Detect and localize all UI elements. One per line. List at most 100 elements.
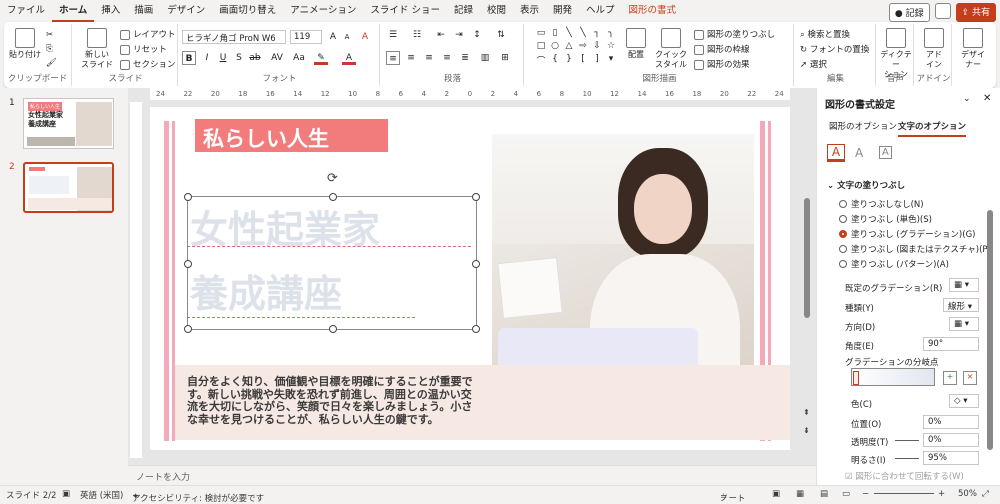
type-dropdown[interactable]: 線形 ▾ — [943, 298, 979, 312]
arrange-button[interactable]: 配置 — [622, 26, 650, 60]
next-slide-icon[interactable]: ⇟ — [803, 426, 810, 435]
find-button[interactable]: ⌕ 検索と置換 — [800, 28, 850, 40]
copy-icon[interactable]: ⎘ — [46, 44, 53, 54]
rectangle-shape-icon[interactable]: □ — [534, 41, 548, 54]
comments-button[interactable] — [934, 3, 951, 19]
slide-thumbnail-2[interactable] — [23, 162, 114, 213]
sorter-view-icon[interactable]: ▦ — [796, 489, 804, 499]
shapes-gallery[interactable]: ▭ ▯ ╲ ╲ ┐ ╮ □ ○ △ ⇨ ⇩ ☆ ⌒{}[] ▾ — [534, 28, 618, 68]
tab-view[interactable]: 表示 — [513, 0, 546, 22]
rotate-handle-icon[interactable]: ⟳ — [327, 171, 338, 186]
gradient-stop-handle[interactable] — [853, 371, 859, 385]
triangle-shape-icon[interactable]: △ — [562, 41, 576, 54]
connector-icon[interactable]: ┐ — [590, 28, 604, 41]
color-dropdown[interactable]: ◇ ▾ — [949, 394, 979, 408]
connector-icon[interactable]: ╮ — [604, 28, 618, 41]
resize-handle[interactable] — [472, 193, 480, 201]
fill-option-gradient[interactable]: 塗りつぶし (グラデーション)(G) — [839, 228, 975, 240]
fit-to-window-icon[interactable]: ⤢ — [982, 489, 989, 499]
strikethrough-button[interactable]: ab — [248, 51, 262, 65]
case-button[interactable]: Aa — [292, 51, 306, 65]
align-left-button[interactable]: ≡ — [386, 51, 400, 65]
resize-handle[interactable] — [472, 325, 480, 333]
tab-home[interactable]: ホーム — [52, 0, 95, 22]
tab-slideshow[interactable]: スライド ショー — [363, 0, 447, 22]
star-shape-icon[interactable]: ☆ — [604, 41, 618, 54]
tab-draw[interactable]: 描画 — [127, 0, 160, 22]
decrease-indent-button[interactable]: ⇤ — [434, 28, 448, 42]
angle-input[interactable]: 90° — [923, 337, 979, 351]
rotate-with-shape-checkbox[interactable]: ☑ 図形に合わせて回転する(W) — [845, 470, 964, 482]
distributed-button[interactable]: ≣ — [458, 51, 472, 65]
zoom-in-icon[interactable]: + — [938, 489, 945, 499]
grow-font-icon[interactable]: A — [326, 30, 340, 44]
pane-scrollbar-thumb[interactable] — [987, 210, 993, 450]
smartart-button[interactable]: ⊞ — [498, 51, 512, 65]
highlight-button[interactable]: ✎ — [314, 51, 328, 65]
slide-paragraph[interactable]: 自分をよく知り、価値観や目標を明確にすることが重要です。新しい挑戦や失敗を恐れず… — [187, 375, 477, 426]
line-shape-icon[interactable]: ╲ — [562, 28, 576, 41]
justify-button[interactable]: ≡ — [440, 51, 454, 65]
fill-option-pattern[interactable]: 塗りつぶし (パターン)(A) — [839, 258, 949, 270]
curve-shape-icon[interactable]: ⌒ — [534, 54, 548, 67]
reset-button[interactable]: リセット — [120, 43, 167, 55]
resize-handle[interactable] — [329, 193, 337, 201]
shape-effects-button[interactable]: 図形の効果 — [694, 58, 750, 70]
shadow-button[interactable]: S — [232, 51, 246, 65]
tab-review[interactable]: 校閲 — [480, 0, 513, 22]
shrink-font-icon[interactable]: A — [340, 30, 354, 44]
format-painter-icon[interactable]: 🖌 — [46, 58, 57, 68]
resize-handle[interactable] — [184, 193, 192, 201]
fill-option-none[interactable]: 塗りつぶしなし(N) — [839, 198, 924, 210]
bracket-shape-icon[interactable]: [ — [576, 54, 590, 67]
bullets-button[interactable]: ☰ — [386, 28, 400, 42]
resize-handle[interactable] — [184, 260, 192, 268]
select-button[interactable]: ➚ 選択 — [800, 58, 827, 70]
slide-canvas[interactable]: 私らしい人生 女性起業家 養成講座 ⟳ 自分をよく知り、価値観や目標を明確にする… — [150, 107, 790, 450]
section-text-fill[interactable]: ⌄ 文字の塗りつぶし — [827, 179, 905, 191]
direction-dropdown[interactable]: ▦ ▾ — [949, 317, 979, 331]
brace-shape-icon[interactable]: { — [548, 54, 562, 67]
position-input[interactable]: 0% — [923, 415, 979, 429]
transparency-slider[interactable] — [895, 440, 919, 441]
italic-button[interactable]: I — [200, 51, 214, 65]
font-size-select[interactable]: 119 — [290, 30, 322, 44]
replace-font-button[interactable]: ↻ フォントの置換 — [800, 43, 869, 55]
tab-file[interactable]: ファイル — [0, 0, 52, 22]
resize-handle[interactable] — [472, 260, 480, 268]
cut-icon[interactable]: ✂ — [46, 30, 53, 40]
tab-record[interactable]: 記録 — [447, 0, 480, 22]
addins-button[interactable]: アド イン — [916, 26, 952, 70]
add-stop-icon[interactable]: + — [943, 371, 957, 385]
paste-button[interactable]: 貼り付け — [8, 26, 42, 60]
font-color-button[interactable]: A — [342, 51, 356, 65]
tab-transitions[interactable]: 画面切り替え — [212, 0, 283, 22]
line-shape-icon[interactable]: ╲ — [576, 28, 590, 41]
fill-option-solid[interactable]: 塗りつぶし (単色)(S) — [839, 213, 932, 225]
resize-handle[interactable] — [184, 325, 192, 333]
tab-help[interactable]: ヘルプ — [579, 0, 622, 22]
chevron-down-icon[interactable]: ⌄ — [963, 94, 971, 104]
align-center-button[interactable]: ≡ — [404, 51, 418, 65]
quick-style-button[interactable]: クイック スタイル — [652, 26, 690, 70]
textbox-shape-icon[interactable]: ▭ — [534, 28, 548, 41]
font-name-select[interactable]: ヒラギノ角ゴ ProN W6 — [182, 30, 286, 44]
gradient-stop-bar[interactable] — [851, 368, 935, 386]
numbering-button[interactable]: ☷ — [410, 28, 424, 42]
remove-stop-icon[interactable]: × — [963, 371, 977, 385]
prev-slide-icon[interactable]: ⇞ — [803, 408, 810, 417]
spacing-button[interactable]: AV — [270, 51, 284, 65]
oval-shape-icon[interactable]: ○ — [548, 41, 562, 54]
text-direction-button[interactable]: ⇅ — [494, 28, 508, 42]
clear-format-icon[interactable]: A — [358, 30, 372, 44]
transparency-input[interactable]: 0% — [923, 433, 979, 447]
bold-button[interactable]: B — [182, 51, 196, 65]
columns-button[interactable]: ▥ — [478, 51, 492, 65]
language-indicator[interactable]: 英語 (米国) — [80, 489, 123, 501]
slideshow-view-icon[interactable]: ▭ — [842, 489, 850, 499]
more-shapes-icon[interactable]: ▾ — [604, 54, 618, 67]
spellcheck-icon[interactable]: ▣ — [62, 489, 70, 499]
tab-design[interactable]: デザイン — [160, 0, 212, 22]
line-spacing-button[interactable]: ↕ — [470, 28, 484, 42]
arrow-shape-icon[interactable]: ⇩ — [590, 41, 604, 54]
